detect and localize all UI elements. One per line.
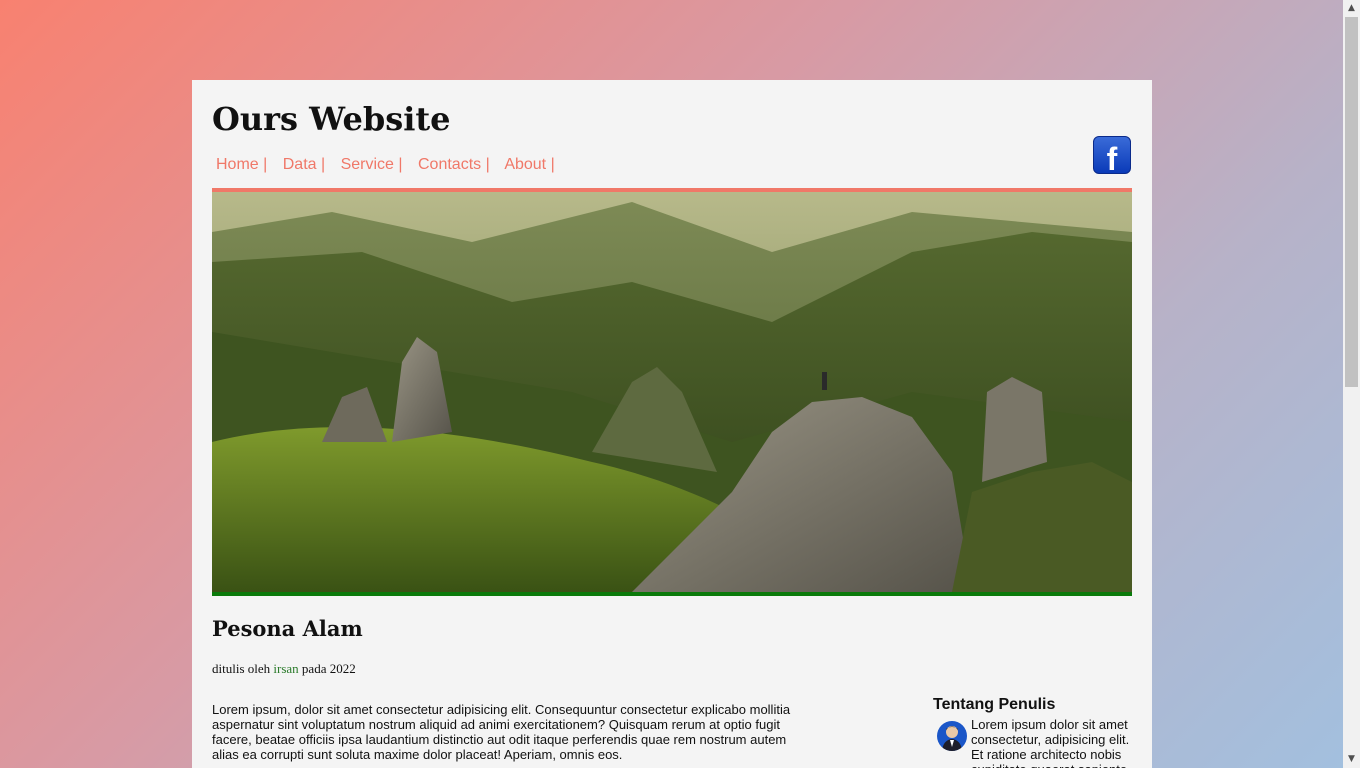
nav-service-link[interactable]: Service |	[341, 156, 403, 173]
facebook-icon[interactable]: f	[1093, 136, 1131, 177]
site-title: Ours Website	[212, 100, 451, 138]
mountain-landscape-image	[212, 192, 1132, 592]
article-body: Lorem ipsum, dolor sit amet consectetur …	[212, 702, 791, 762]
article-title: Pesona Alam	[212, 616, 363, 641]
byline-author: irsan	[273, 661, 299, 676]
scroll-down-arrow-icon[interactable]: ▼	[1343, 751, 1360, 768]
page-container: Ours Website Home | Data | Service | Con…	[192, 80, 1152, 768]
author-sidebar-title: Tentang Penulis	[933, 696, 1056, 713]
site-header: Ours Website Home | Data | Service | Con…	[212, 100, 1132, 188]
vertical-scrollbar[interactable]: ▲ ▼	[1343, 0, 1360, 768]
nav-about-link[interactable]: About |	[504, 156, 554, 173]
scrollbar-thumb[interactable]	[1345, 17, 1358, 387]
nav-contacts-link[interactable]: Contacts |	[418, 156, 490, 173]
main-nav: Home | Data | Service | Contacts | About…	[216, 156, 566, 174]
scroll-up-arrow-icon[interactable]: ▲	[1343, 0, 1360, 17]
author-bio: Lorem ipsum dolor sit amet consectetur, …	[933, 717, 1133, 768]
article-byline: ditulis oleh irsan pada 2022	[212, 661, 356, 677]
nav-data-link[interactable]: Data |	[283, 156, 325, 173]
avatar	[937, 721, 967, 751]
nav-home-link[interactable]: Home |	[216, 156, 267, 173]
byline-suffix: pada 2022	[301, 661, 356, 676]
author-sidebar: Tentang Penulis Lorem ipsum dolor sit am…	[933, 696, 1133, 768]
byline-prefix: ditulis oleh	[212, 661, 271, 676]
hero-banner-image	[212, 188, 1132, 596]
